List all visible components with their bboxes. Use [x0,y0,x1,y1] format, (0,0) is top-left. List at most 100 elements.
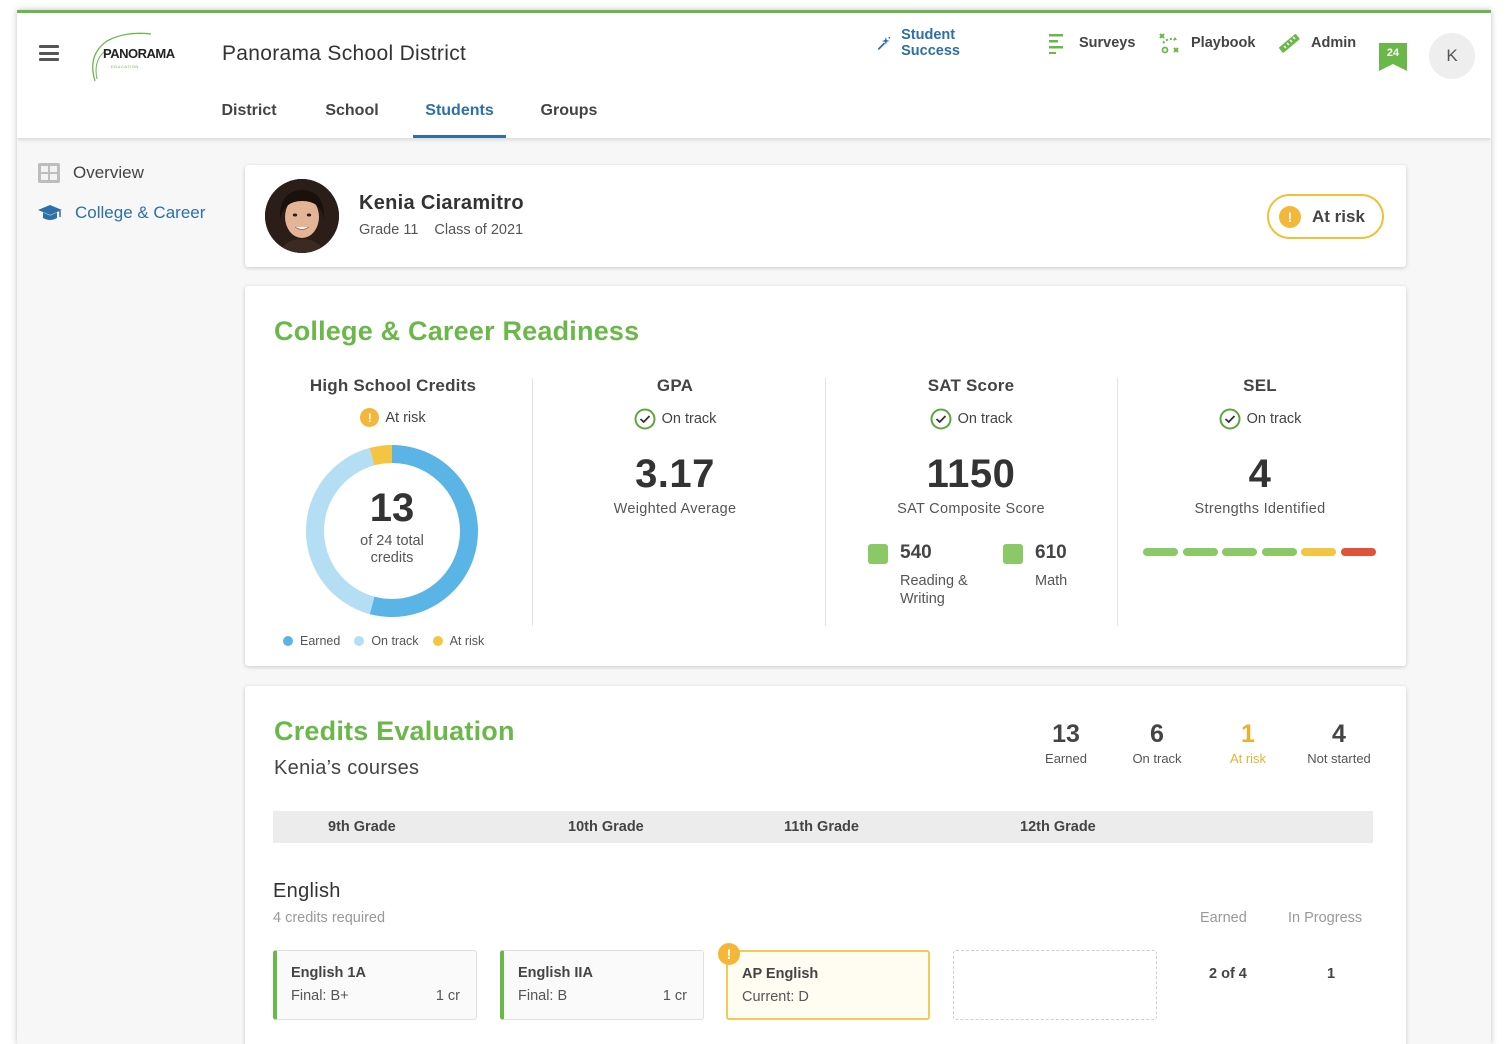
logo-text: PANORAMA [103,46,175,61]
nav-label: Admin [1311,35,1357,51]
stat-label: On track [1132,751,1182,766]
sel-metric: SEL On track 4 Strengths Identified [1121,376,1399,517]
nav-playbook[interactable]: Playbook [1157,31,1255,55]
stat-earned: 13 Earned [1021,720,1111,766]
readiness-title: College & Career Readiness [274,316,640,346]
donut-center: 13 of 24 total credits [305,486,479,567]
student-meta: Grade 11 Class of 2021 [359,222,523,238]
course-grade: Final: B+ [291,988,349,1004]
sel-strength-bars [1143,548,1380,556]
student-header-card: Kenia Ciaramitro Grade 11 Class of 2021 … [245,165,1406,267]
stat-at-risk: 1 At risk [1203,720,1293,766]
course-name: AP English [742,966,819,982]
user-avatar[interactable]: K [1429,33,1475,79]
course-card[interactable]: English IIA Final: B 1 cr [500,950,704,1020]
math-label: Math [1035,573,1068,589]
credits-eval-subtitle: Kenia’s courses [274,757,420,779]
sat-status: On track [829,408,1113,430]
sel-value: 4 [1248,452,1272,496]
reading-label-line: Writing [900,591,945,607]
credits-evaluation-card: Credits Evaluation Kenia’s courses 13 Ea… [245,686,1406,1044]
reading-label-line: Reading & [900,573,968,589]
reading-value: 540 [900,542,932,563]
status-label: At risk [1312,206,1365,226]
course-grade: Current: D [742,989,809,1005]
course-credits: 1 cr [435,988,460,1004]
legend-label: On track [371,634,419,648]
course-card[interactable]: English 1A Final: B+ 1 cr [273,950,477,1020]
tab-school[interactable]: School [310,101,394,138]
student-name: Kenia Ciaramitro [359,192,524,214]
status-text: At risk [385,409,426,426]
course-name: English IIA [518,965,593,981]
tab-groups[interactable]: Groups [526,101,612,138]
course-card-at-risk[interactable]: AP English Current: D [726,950,930,1020]
stat-on-track: 6 On track [1112,720,1202,766]
sidebar-item-overview[interactable]: Overview [37,162,144,184]
stat-value: 6 [1150,720,1164,748]
status-text: On track [661,411,717,427]
top-bar: PANORAMA EDUCATION Panorama School Distr… [17,13,1491,138]
math-value: 610 [1035,542,1067,563]
donut-legend: Earned On track At risk [283,634,498,648]
readiness-card: College & Career Readiness High School C… [245,286,1406,666]
legend-on-track: On track [354,634,419,648]
sel-strength-bar-green [1261,548,1297,556]
sel-status: On track [1121,408,1399,430]
panorama-logo[interactable]: PANORAMA EDUCATION [85,31,177,85]
student-photo [265,179,339,253]
col-head-in-progress: In Progress [1288,910,1363,926]
course-grade: Final: B [518,988,568,1004]
sparkle-icon [877,36,891,50]
divider [532,378,533,626]
warning-icon: ! [718,943,740,965]
nav-surveys[interactable]: Surveys [1047,32,1135,54]
grade-header-bar: 9th Grade 10th Grade 11th Grade 12th Gra… [273,811,1373,843]
menu-icon[interactable] [39,45,59,61]
check-circle-icon [930,408,952,430]
district-title: Panorama School District [222,42,467,65]
nav-student-success[interactable]: Student Success [877,27,970,59]
status-text: On track [1246,411,1302,427]
nav-admin[interactable]: Admin [1277,31,1356,55]
student-class: Class of 2021 [434,222,524,238]
course-credits: 1 cr [662,988,687,1004]
warning-icon: ! [1279,205,1301,228]
sel-strength-bar-green [1222,548,1257,556]
notifications-flag[interactable]: 24 [1379,43,1407,71]
gpa-label: Weighted Average [613,501,737,517]
tab-district[interactable]: District [207,101,291,138]
credits-status: ! At risk [273,408,513,427]
credits-value: 13 [369,486,415,530]
subject-requirement: 4 credits required [273,910,386,926]
legend-at-risk: At risk [432,634,485,648]
sat-title: SAT Score [927,376,1015,395]
stat-value: 1 [1241,720,1255,748]
sat-math-score: 610 Math [1003,542,1103,592]
ruler-icon [1279,34,1300,53]
check-circle-icon [634,408,656,430]
sat-reading-score: 540 Reading & Writing [868,542,988,612]
playbook-icon [1159,33,1179,54]
course-slot-empty[interactable] [953,950,1157,1020]
nav-label: Surveys [1079,35,1136,51]
tab-students[interactable]: Students [413,101,506,138]
sidebar-item-label: Overview [73,163,144,182]
list-icon [1049,34,1063,54]
legend-earned: Earned [283,634,340,648]
in-progress-value: 1 [1327,966,1336,982]
gpa-title: GPA [656,376,694,395]
sidebar-item-label: College & Career [75,203,206,222]
sel-strength-bar-red [1340,548,1376,556]
stat-label: Earned [1045,751,1087,766]
stat-not-started: 4 Not started [1294,720,1384,766]
student-grade: Grade 11 [359,222,419,238]
sidebar-item-college-career[interactable]: College & Career [37,203,205,223]
grade-11: 11th Grade [784,819,859,835]
legend-label: At risk [449,634,485,648]
earned-value: 2 of 4 [1209,966,1247,982]
score-marker [1003,544,1023,564]
notification-count: 24 [1386,47,1400,59]
legend-label: Earned [300,634,341,648]
student-status-badge[interactable]: ! At risk [1267,194,1384,239]
